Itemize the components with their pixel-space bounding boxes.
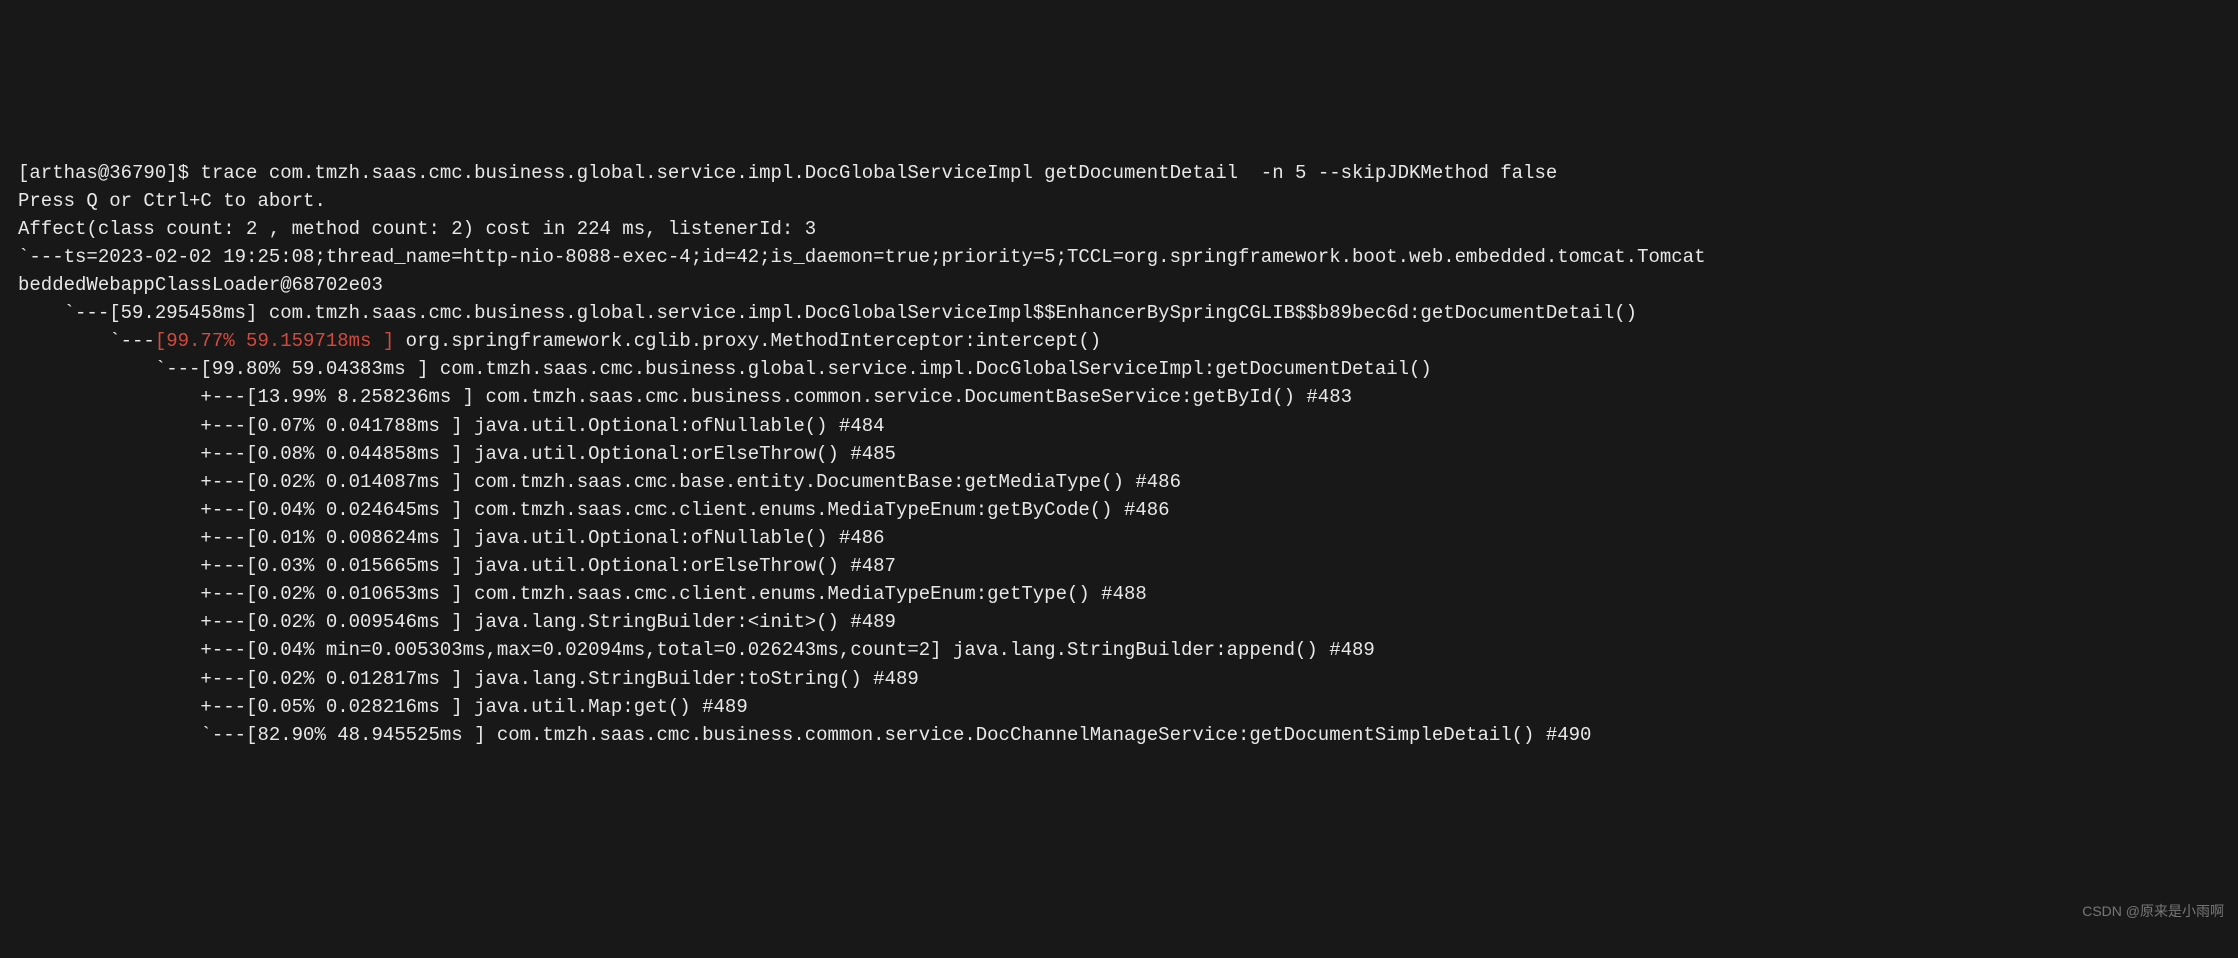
shell-prompt: [arthas@36790]$ xyxy=(18,162,200,184)
abort-hint: Press Q or Ctrl+C to abort. xyxy=(18,190,326,212)
trace-line: +---[0.05% 0.028216ms ] java.util.Map:ge… xyxy=(18,696,748,718)
trace-line: +---[0.02% 0.009546ms ] java.lang.String… xyxy=(18,611,896,633)
trace-line-intercept-rest: org.springframework.cglib.proxy.MethodIn… xyxy=(394,330,1101,352)
trace-line: +---[0.03% 0.015665ms ] java.util.Option… xyxy=(18,555,896,577)
terminal-output[interactable]: [arthas@36790]$ trace com.tmzh.saas.cmc.… xyxy=(0,141,2238,749)
trace-line: +---[0.07% 0.041788ms ] java.util.Option… xyxy=(18,415,885,437)
trace-line-intercept-prefix: `--- xyxy=(18,330,155,352)
trace-line: +---[0.02% 0.010653ms ] com.tmzh.saas.cm… xyxy=(18,583,1147,605)
trace-line-intercept-timing: [99.77% 59.159718ms ] xyxy=(155,330,394,352)
trace-line: +---[0.02% 0.014087ms ] com.tmzh.saas.cm… xyxy=(18,471,1181,493)
trace-line: +---[0.02% 0.012817ms ] java.lang.String… xyxy=(18,668,919,690)
trace-line: +---[0.04% min=0.005303ms,max=0.02094ms,… xyxy=(18,639,1375,661)
trace-line: `---[82.90% 48.945525ms ] com.tmzh.saas.… xyxy=(18,724,1591,746)
trace-line: +---[0.04% 0.024645ms ] com.tmzh.saas.cm… xyxy=(18,499,1170,521)
ts-line-2: beddedWebappClassLoader@68702e03 xyxy=(18,274,383,296)
affect-line: Affect(class count: 2 , method count: 2)… xyxy=(18,218,816,240)
trace-line: +---[0.08% 0.044858ms ] java.util.Option… xyxy=(18,443,896,465)
ts-line: `---ts=2023-02-02 19:25:08;thread_name=h… xyxy=(18,246,1705,268)
trace-line-root: `---[59.295458ms] com.tmzh.saas.cmc.busi… xyxy=(18,302,1637,324)
trace-line-getDocumentDetail: `---[99.80% 59.04383ms ] com.tmzh.saas.c… xyxy=(18,358,1432,380)
watermark-text: CSDN @原来是小雨啊 xyxy=(2082,901,2224,922)
trace-line: +---[13.99% 8.258236ms ] com.tmzh.saas.c… xyxy=(18,386,1352,408)
command-text: trace com.tmzh.saas.cmc.business.global.… xyxy=(200,162,1557,184)
trace-line: +---[0.01% 0.008624ms ] java.util.Option… xyxy=(18,527,885,549)
